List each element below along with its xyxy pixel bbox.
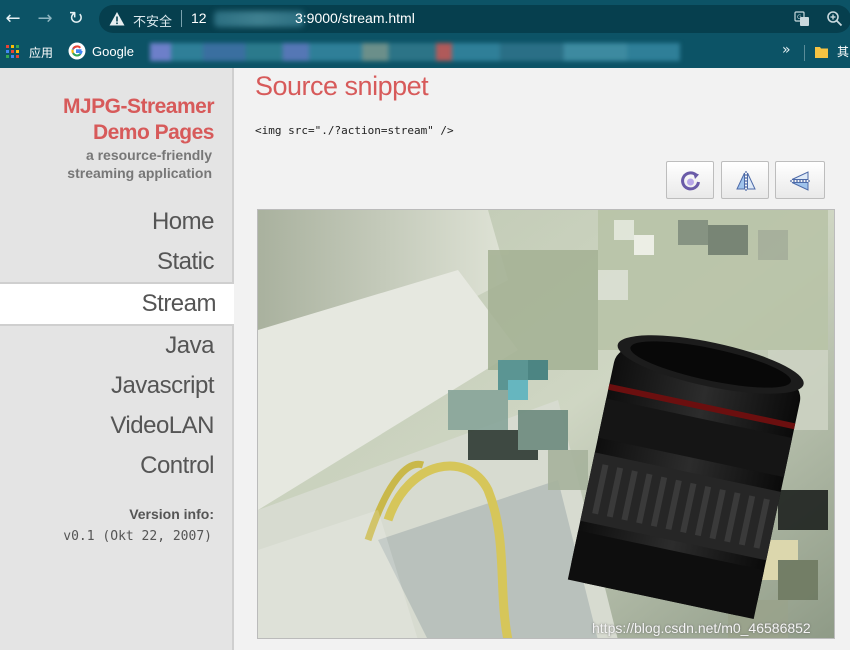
zoom-icon[interactable]: [826, 10, 843, 27]
source-code-snippet: <img src="./?action=stream" />: [255, 124, 454, 137]
nav-item-java[interactable]: Java: [0, 326, 232, 366]
bookmarks-redaction: [150, 43, 680, 61]
brand-title: MJPG-Streamer Demo Pages: [62, 94, 215, 146]
rotate-icon: [681, 171, 700, 191]
camera-frame-image: [258, 210, 834, 638]
google-icon[interactable]: [68, 42, 86, 60]
folder-icon[interactable]: [815, 46, 828, 58]
nav-menu: Home Static Stream Java Javascript Video…: [0, 202, 234, 486]
url-path: 3:9000/stream.html: [295, 10, 415, 26]
version-value: v0.1 (Okt 22, 2007): [63, 529, 212, 544]
brand-line-2: Demo Pages: [92, 121, 215, 144]
translate-icon[interactable]: G: [794, 11, 810, 27]
url-host: 12: [191, 10, 207, 26]
bookmarks-divider: [804, 45, 805, 61]
browser-toolbar: ← → ↻ 不安全 12 3:9000/stream.html G: [0, 0, 850, 38]
bookmark-google[interactable]: Google: [92, 44, 134, 59]
more-bookmarks-icon[interactable]: »: [782, 42, 791, 58]
nav-item-stream[interactable]: Stream: [0, 282, 234, 326]
reload-icon[interactable]: ↻: [65, 8, 87, 30]
not-secure-label[interactable]: 不安全: [133, 11, 172, 30]
bookmark-apps[interactable]: 应用: [29, 44, 53, 61]
nav-item-home[interactable]: Home: [0, 202, 232, 242]
nav-item-videolan[interactable]: VideoLAN: [0, 406, 232, 446]
nav-item-javascript[interactable]: Javascript: [0, 366, 232, 406]
video-stream: [257, 209, 835, 639]
watermark-text: https://blog.csdn.net/m0_46586852: [592, 620, 811, 636]
bookmarks-bar: 应用 Google » 其: [0, 38, 850, 68]
svg-text:G: G: [797, 14, 802, 21]
page: MJPG-Streamer Demo Pages a resource-frie…: [0, 68, 850, 650]
nav-item-static[interactable]: Static: [0, 242, 232, 282]
tagline-line-1: a resource-friendly: [85, 147, 212, 163]
url-redaction: [214, 11, 304, 27]
main-content: Source snippet <img src="./?action=strea…: [234, 68, 850, 650]
mirror-horizontal-button[interactable]: [775, 161, 825, 199]
bookmark-other[interactable]: 其: [837, 43, 849, 60]
rotate-button[interactable]: [666, 161, 714, 199]
warning-icon: [109, 12, 125, 26]
url-divider: [181, 10, 182, 27]
forward-arrow-icon[interactable]: →: [34, 8, 56, 30]
apps-grid-icon[interactable]: [6, 45, 19, 58]
page-title: Source snippet: [255, 71, 429, 101]
nav-item-control[interactable]: Control: [0, 446, 232, 486]
back-arrow-icon[interactable]: ←: [2, 8, 24, 30]
address-bar[interactable]: 不安全 12 3:9000/stream.html G: [99, 5, 850, 33]
flip-vertical-icon: [736, 171, 756, 191]
brand-tagline: a resource-friendly streaming applicatio…: [67, 146, 212, 182]
mirror-horizontal-icon: [790, 171, 810, 191]
flip-vertical-button[interactable]: [721, 161, 769, 199]
brand-line-1: MJPG-Streamer: [62, 95, 215, 118]
tagline-line-2: streaming application: [67, 165, 212, 181]
sidebar: MJPG-Streamer Demo Pages a resource-frie…: [0, 68, 234, 650]
version-label: Version info:: [129, 506, 214, 522]
